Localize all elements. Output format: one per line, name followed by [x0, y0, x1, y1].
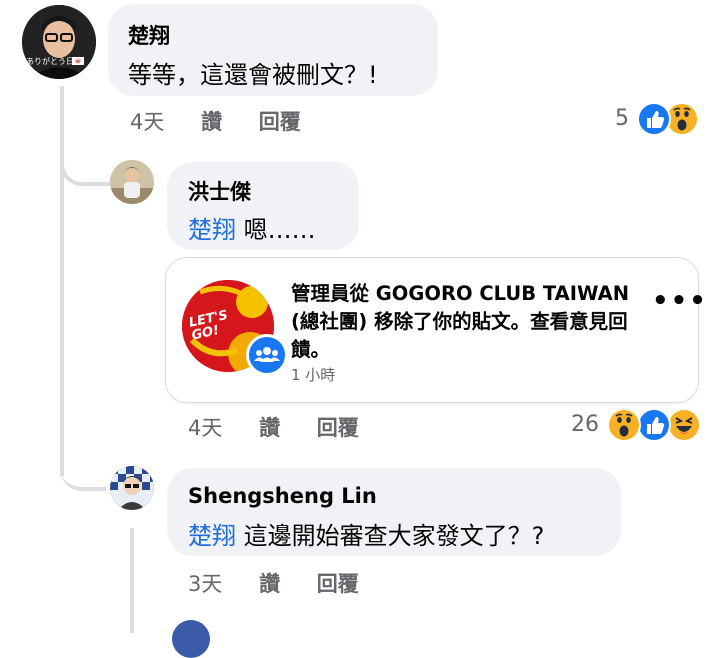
thread-connector-1 [60, 150, 110, 186]
avatar-photo [22, 5, 96, 79]
avatar[interactable]: ありがとう日本 [22, 5, 96, 79]
comment-author[interactable]: 洪士傑 [188, 176, 251, 206]
comment-author[interactable]: 楚翔 [128, 20, 170, 50]
like-button[interactable]: 讚 [201, 106, 222, 136]
avatar[interactable] [110, 466, 154, 510]
reply-button[interactable]: 回覆 [259, 106, 301, 136]
like-button[interactable]: 讚 [259, 412, 280, 442]
comment-actions: 4天 讚 回覆 [188, 412, 359, 442]
comment-text: 嗯…… [243, 216, 316, 244]
reaction-count[interactable]: 26 [571, 412, 599, 437]
group-badge-icon [246, 334, 288, 376]
comment-text: 這邊開始審查大家發文了？? [243, 522, 545, 550]
reply-button[interactable]: 回覆 [317, 412, 359, 442]
like-button[interactable]: 讚 [259, 568, 280, 598]
avatar[interactable] [110, 160, 154, 204]
reaction-group[interactable] [607, 408, 701, 442]
avatar-caption: ありがとう日本 [26, 57, 82, 66]
thread-connector-2 [60, 455, 106, 491]
reply-button[interactable]: 回覆 [317, 568, 359, 598]
mention-link[interactable]: 楚翔 [188, 216, 236, 244]
comment-text-line: 楚翔 嗯…… [188, 210, 316, 245]
notification-message: 管理員從 GOGORO CLUB TAIWAN (總社團) 移除了你的貼文。查看… [291, 282, 630, 361]
mention-link[interactable]: 楚翔 [188, 522, 236, 550]
avatar-photo [110, 160, 154, 204]
thread-line-main [60, 86, 64, 476]
haha-icon [667, 408, 701, 442]
comment-text-line: 楚翔 這邊開始審查大家發文了？? [188, 516, 544, 551]
comment-text: 等等，這還會被刪文？! [128, 61, 378, 89]
notification-time: 1 小時 [291, 366, 336, 384]
reaction-count[interactable]: 5 [615, 106, 629, 131]
avatar[interactable] [172, 620, 210, 658]
comment-time[interactable]: 3天 [188, 568, 222, 598]
thread-line-sub [130, 528, 134, 633]
comment-author[interactable]: Shengsheng Lin [188, 484, 377, 508]
like-icon [637, 408, 671, 442]
wow-icon [607, 408, 641, 442]
removed-post-notification-card[interactable]: LET'S GO! 管理員從 GOGORO CLUB TAIWAN (總社團) … [165, 257, 706, 403]
comment-time[interactable]: 4天 [188, 412, 222, 442]
more-options-icon[interactable]: ••• [652, 286, 708, 316]
like-icon [637, 102, 671, 136]
comment-time[interactable]: 4天 [130, 106, 164, 136]
avatar-photo [110, 466, 154, 510]
reaction-group[interactable] [637, 102, 701, 136]
comment-actions: 4天 讚 回覆 [130, 106, 301, 136]
comment-actions: 3天 讚 回覆 [188, 568, 359, 598]
